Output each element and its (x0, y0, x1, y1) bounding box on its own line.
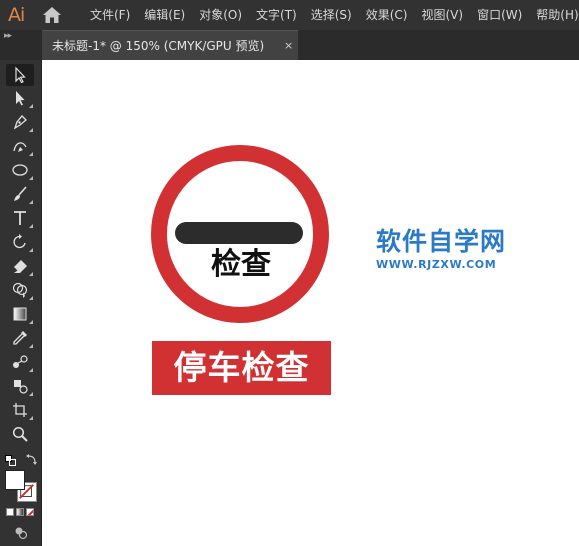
collapse-panel-icon[interactable]: ▸▸ (4, 31, 12, 41)
type-icon (14, 211, 26, 225)
color-mode-button[interactable] (6, 508, 14, 516)
blend-icon (13, 355, 28, 368)
default-fill-stroke-icon[interactable] (5, 452, 17, 466)
menu-help[interactable]: 帮助(H) (536, 0, 578, 30)
menu-bar: Ai 文件(F) 编辑(E) 对象(O) 文字(T) 选择(S) 效果(C) 视… (0, 0, 579, 30)
selection-tool[interactable] (6, 64, 34, 86)
close-tab-icon[interactable]: × (284, 31, 293, 61)
symbol-sprayer-icon (14, 380, 28, 394)
menu-file[interactable]: 文件(F) (90, 0, 130, 30)
curvature-tool[interactable] (6, 135, 34, 157)
swap-fill-stroke-icon[interactable] (25, 451, 39, 465)
ellipse-icon (12, 164, 28, 176)
gradient-mode-button[interactable] (16, 508, 24, 516)
menu-type[interactable]: 文字(T) (256, 0, 297, 30)
app-logo: Ai (8, 4, 25, 26)
home-icon (43, 7, 61, 23)
shape-builder-tool[interactable] (6, 279, 34, 301)
none-mode-button[interactable] (26, 508, 34, 516)
direct-selection-tool[interactable] (6, 87, 34, 109)
tools-panel (0, 60, 42, 546)
menu-list: 文件(F) 编辑(E) 对象(O) 文字(T) 选择(S) 效果(C) 视图(V… (90, 0, 579, 30)
sign-label[interactable]: 检查 (71, 245, 411, 285)
stop-inspection-sign[interactable] (151, 145, 329, 323)
pen-tool[interactable] (6, 111, 34, 133)
gradient-tool[interactable] (6, 303, 34, 325)
zoom-tool[interactable] (6, 423, 34, 445)
paintbrush-icon (14, 186, 27, 201)
menu-view[interactable]: 视图(V) (421, 0, 463, 30)
menu-effect[interactable]: 效果(C) (366, 0, 408, 30)
rotate-tool[interactable] (6, 231, 34, 253)
artboard-canvas[interactable]: 检查 停车检查 软件自学网 WWW.RJZXW.COM (42, 60, 579, 546)
menu-edit[interactable]: 编辑(E) (144, 0, 185, 30)
blend-tool[interactable] (6, 351, 34, 373)
document-tab-title: 未标题-1* @ 150% (CMYK/GPU 预览) (52, 39, 265, 53)
menu-select[interactable]: 选择(S) (311, 0, 352, 30)
menu-object[interactable]: 对象(O) (199, 0, 242, 30)
type-tool[interactable] (6, 207, 34, 229)
zoom-icon (12, 426, 28, 442)
watermark-title: 软件自学网 (376, 227, 507, 256)
banner[interactable]: 停车检查 (152, 341, 331, 395)
home-button[interactable] (41, 5, 63, 25)
fill-stroke-swatches[interactable] (5, 470, 39, 502)
drawing-mode-icon[interactable] (14, 525, 28, 540)
eyedropper-icon (13, 331, 27, 345)
watermark-url: WWW.RJZXW.COM (376, 258, 497, 271)
document-tab-strip: ▸▸ 未标题-1* @ 150% (CMYK/GPU 预览) × (0, 30, 579, 60)
selection-arrow-icon (15, 66, 26, 84)
ellipse-tool[interactable] (6, 159, 34, 181)
pen-icon (13, 115, 27, 130)
paintbrush-tool[interactable] (6, 183, 34, 205)
shape-builder-icon (12, 282, 28, 298)
banner-text: 停车检查 (173, 348, 310, 387)
artboard-icon (13, 403, 27, 417)
curvature-pen-icon (13, 142, 27, 152)
eraser-icon (14, 260, 27, 273)
eyedropper-tool[interactable] (6, 327, 34, 349)
symbol-sprayer-tool[interactable] (6, 375, 34, 397)
fill-swatch[interactable] (5, 470, 25, 490)
color-mode-buttons (6, 508, 38, 518)
menu-window[interactable]: 窗口(W) (477, 0, 522, 30)
document-tab[interactable]: 未标题-1* @ 150% (CMYK/GPU 预览) × (42, 30, 298, 60)
direct-selection-icon (16, 91, 25, 106)
gradient-icon (13, 307, 27, 321)
rotate-icon (13, 234, 26, 249)
sign-bar (175, 222, 303, 244)
eraser-tool[interactable] (6, 255, 34, 277)
artboard-tool[interactable] (6, 399, 34, 421)
